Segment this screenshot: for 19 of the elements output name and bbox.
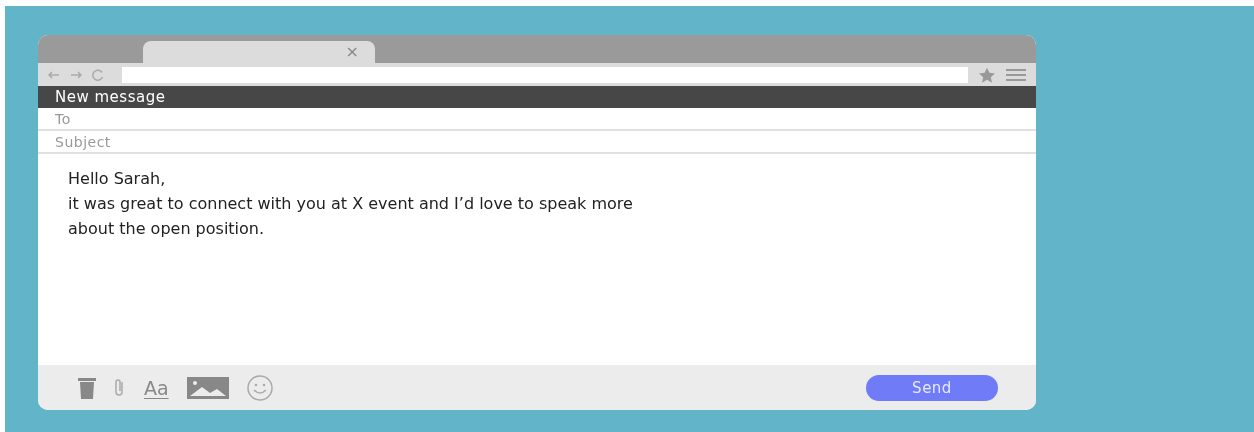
paperclip-icon[interactable] — [114, 377, 126, 398]
send-button[interactable]: Send — [866, 374, 998, 401]
star-icon[interactable] — [978, 66, 996, 83]
url-field[interactable] — [122, 66, 968, 83]
forward-icon[interactable] — [70, 70, 82, 79]
window-title: New message — [38, 86, 1036, 108]
message-body[interactable]: Hello Sarah, it was great to connect with you at X event and I’d love to speak more about the open position. — [38, 154, 1036, 365]
trash-icon[interactable] — [78, 376, 96, 399]
message-text: Hello Sarah, — [68, 168, 166, 190]
image-icon[interactable] — [186, 376, 229, 399]
back-icon[interactable] — [48, 70, 60, 79]
tab-close[interactable]: × — [345, 44, 359, 60]
smiley-icon[interactable] — [246, 374, 273, 401]
reload-icon[interactable] — [92, 68, 104, 81]
message-text: it was great to connect with you at X event and I’d love to speak more — [68, 193, 633, 215]
browser-tab[interactable]: × — [143, 41, 375, 63]
menu-icon[interactable] — [1006, 68, 1026, 81]
message-text: about the open position. — [68, 218, 265, 240]
format-button[interactable]: Aa — [144, 376, 169, 399]
